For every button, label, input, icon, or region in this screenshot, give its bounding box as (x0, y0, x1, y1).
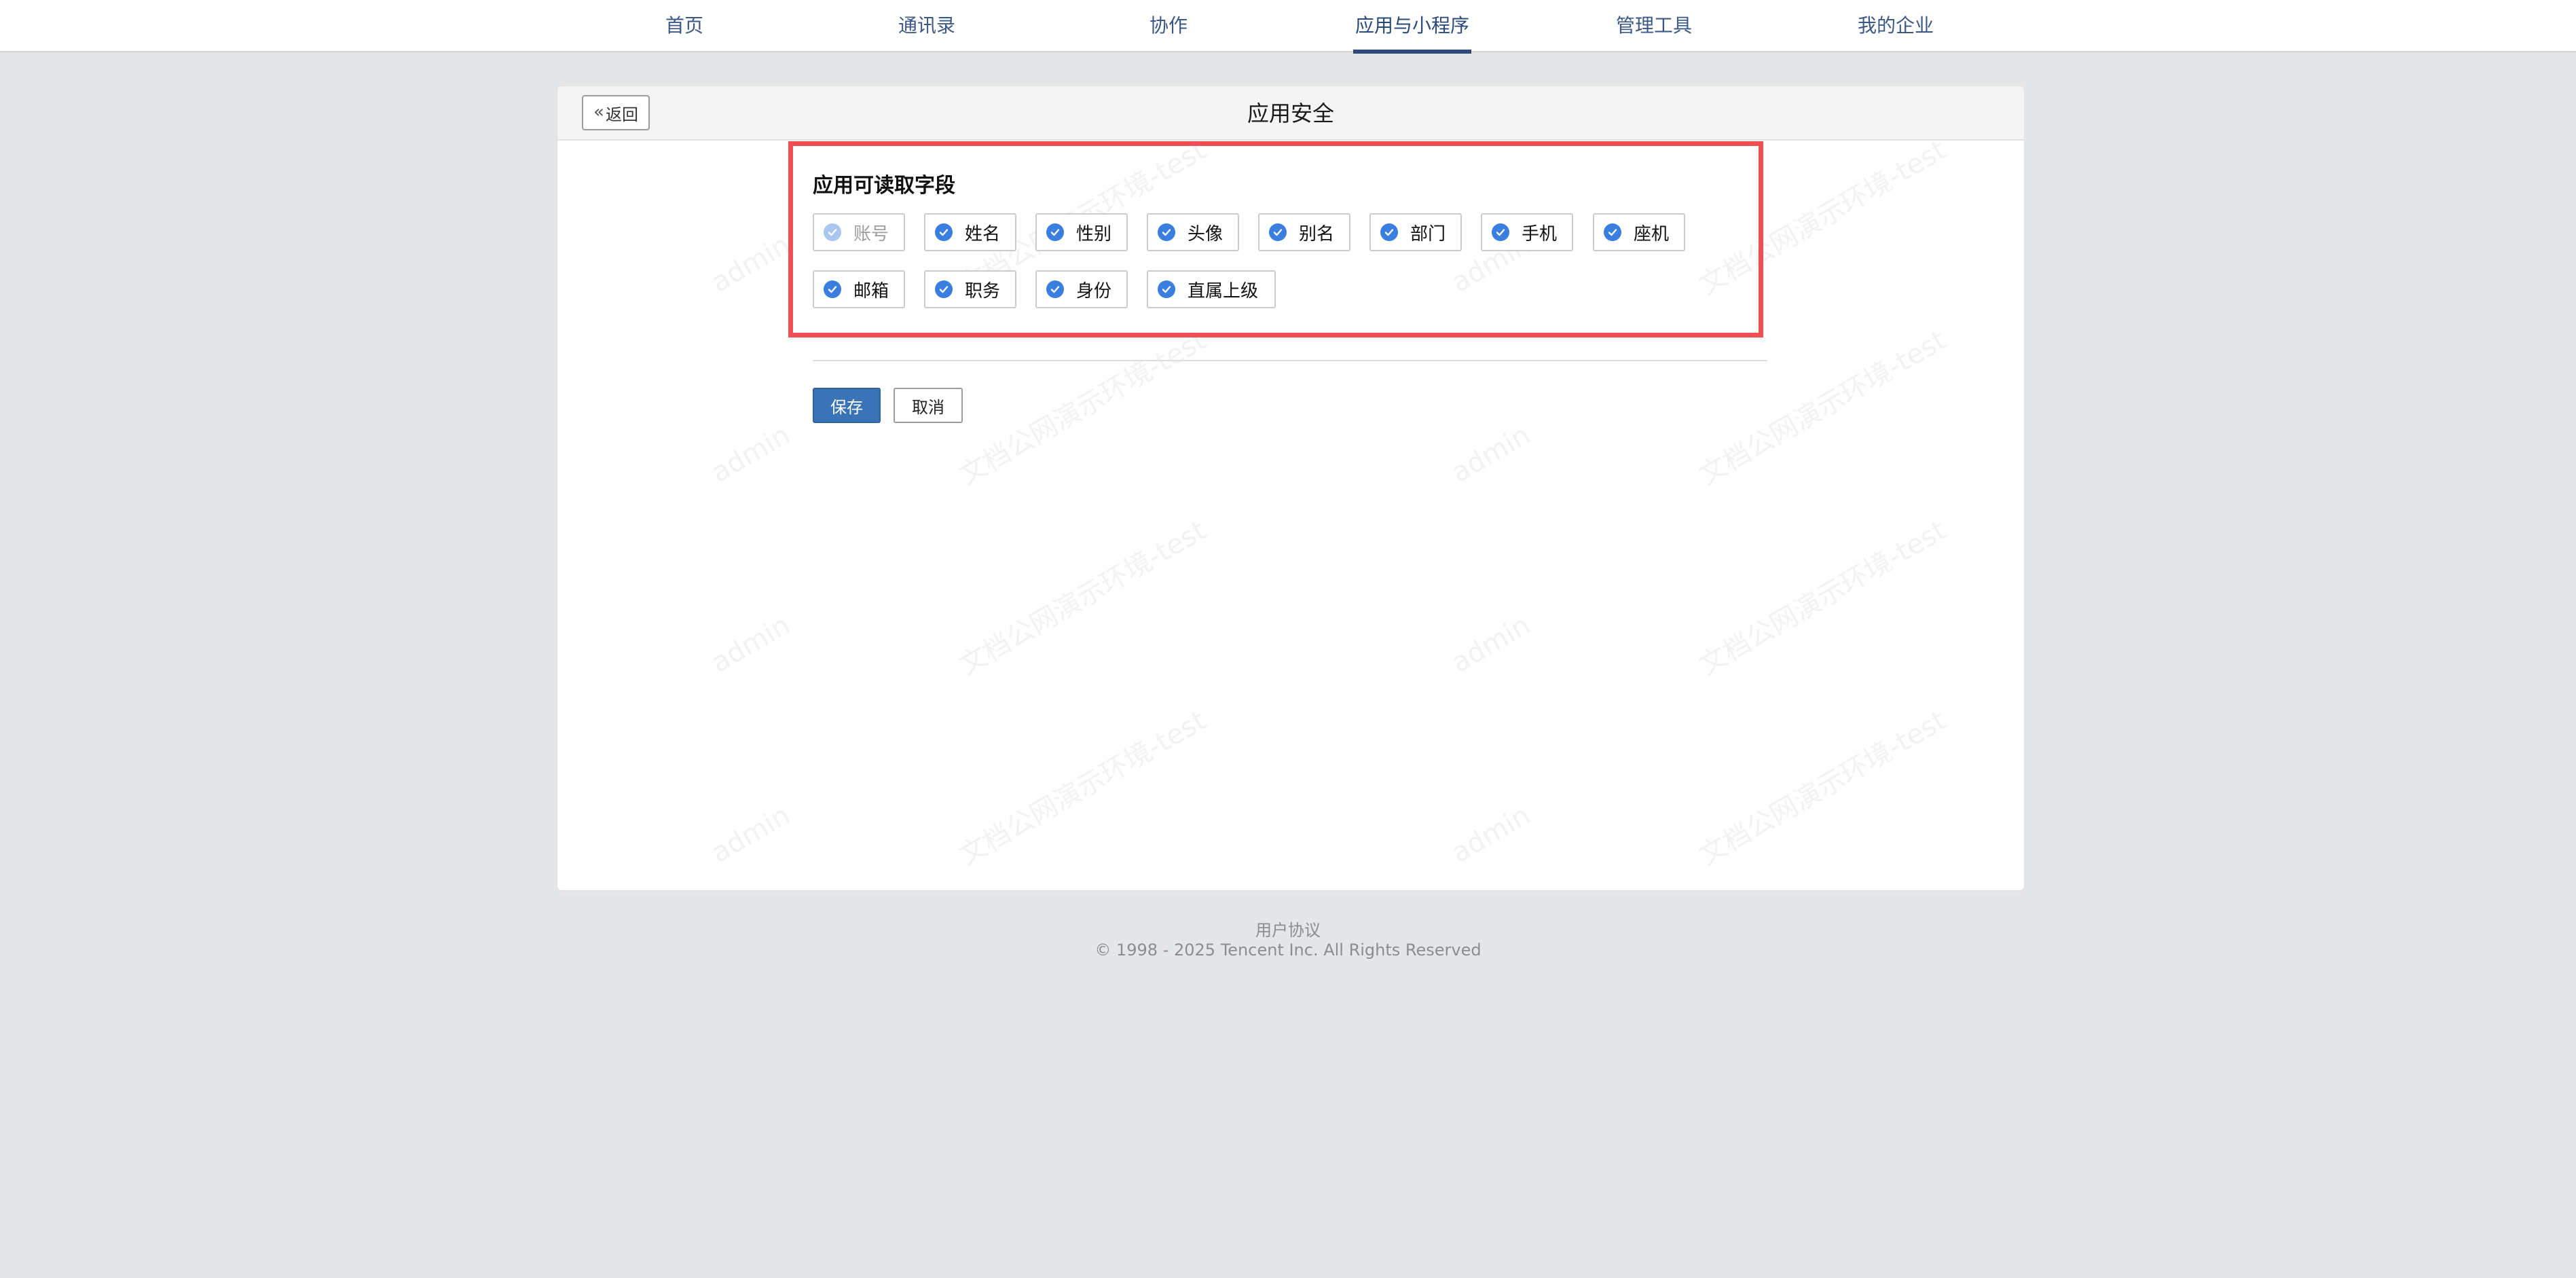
nav-item-my-company[interactable]: 我的企业 (1856, 0, 1935, 52)
field-label: 头像 (1188, 223, 1223, 244)
field-label: 账号 (853, 223, 889, 244)
field-label: 姓名 (965, 223, 1001, 244)
check-circle-icon (1046, 223, 1064, 241)
save-button[interactable]: 保存 (813, 388, 881, 423)
page-title: 应用安全 (1247, 101, 1334, 126)
cancel-button[interactable]: 取消 (894, 388, 963, 423)
check-circle-icon (1158, 280, 1175, 298)
field-label: 部门 (1410, 223, 1446, 244)
field-checkbox-avatar[interactable]: 头像 (1147, 213, 1239, 251)
double-chevron-left-icon: « (593, 101, 604, 122)
check-circle-icon (935, 280, 953, 298)
field-checkbox-position[interactable]: 职务 (924, 270, 1016, 308)
field-checkbox-gender[interactable]: 性别 (1035, 213, 1128, 251)
field-label: 别名 (1299, 223, 1335, 244)
check-circle-icon (1604, 223, 1621, 241)
field-checkbox-mobile[interactable]: 手机 (1481, 213, 1573, 251)
readable-fields-title: 应用可读取字段 (813, 174, 955, 198)
check-circle-icon (1046, 280, 1064, 298)
back-label: 返回 (605, 105, 638, 124)
user-agreement-link[interactable]: 用户协议 (0, 917, 2576, 941)
field-checkbox-name[interactable]: 姓名 (924, 213, 1016, 251)
back-button[interactable]: « 返回 (582, 95, 650, 130)
check-circle-icon (824, 280, 841, 298)
nav-item-collaboration[interactable]: 协作 (1149, 0, 1188, 52)
check-circle-icon (1269, 223, 1287, 241)
top-nav: 首页 通讯录 协作 应用与小程序 管理工具 我的企业 (0, 0, 2576, 54)
panel-header: 应用安全 « 返回 (557, 86, 2024, 141)
app-security-panel: 应用安全 « 返回 (557, 86, 2024, 890)
nav-item-apps[interactable]: 应用与小程序 (1353, 0, 1471, 54)
field-checkbox-email[interactable]: 邮箱 (813, 270, 905, 308)
nav-item-contacts[interactable]: 通讯录 (898, 0, 956, 52)
field-checkbox-identity[interactable]: 身份 (1035, 270, 1128, 308)
field-checkbox-direct-supervisor[interactable]: 直属上级 (1147, 270, 1276, 308)
divider (813, 360, 1767, 361)
field-label: 手机 (1522, 223, 1558, 244)
field-label: 座机 (1634, 223, 1670, 244)
check-circle-icon (935, 223, 953, 241)
nav-item-home[interactable]: 首页 (664, 0, 705, 52)
check-circle-icon (824, 223, 841, 241)
field-checkbox-landline[interactable]: 座机 (1593, 213, 1685, 251)
nav-item-admin-tools[interactable]: 管理工具 (1615, 0, 1693, 52)
check-circle-icon (1380, 223, 1398, 241)
check-circle-icon (1158, 223, 1175, 241)
field-label: 直属上级 (1188, 280, 1259, 302)
check-circle-icon (1492, 223, 1509, 241)
field-label: 身份 (1076, 280, 1112, 302)
field-checkbox-alias[interactable]: 别名 (1258, 213, 1350, 251)
field-label: 邮箱 (853, 280, 889, 302)
field-checkbox-account: 账号 (813, 213, 905, 251)
field-label: 职务 (965, 280, 1001, 302)
copyright-text: © 1998 - 2025 Tencent Inc. All Rights Re… (1094, 941, 1482, 960)
field-checkbox-department[interactable]: 部门 (1369, 213, 1462, 251)
field-label: 性别 (1076, 223, 1112, 244)
